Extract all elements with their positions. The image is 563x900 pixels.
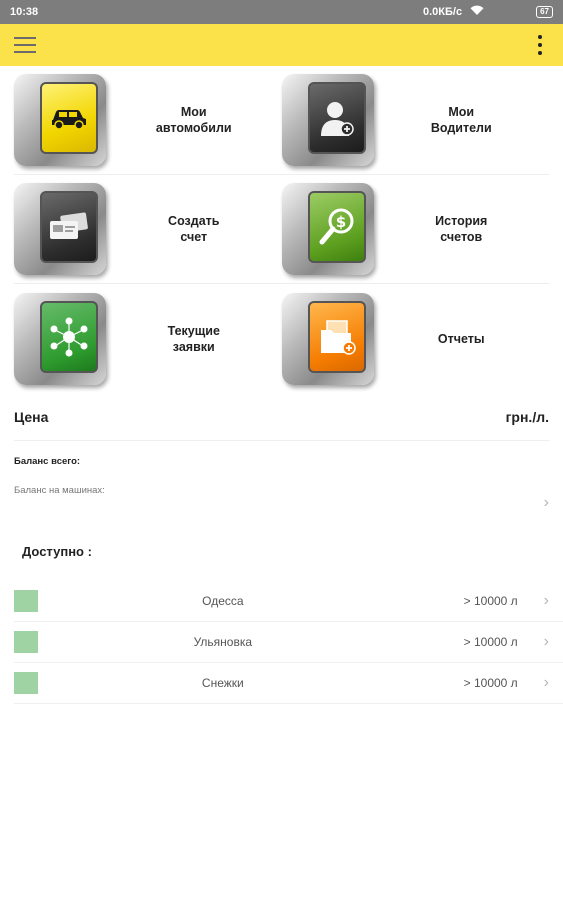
price-row: Цена грн./л.	[14, 393, 549, 441]
station-name: Ульяновка	[193, 635, 253, 649]
balance-total: Баланс всего:	[0, 441, 563, 481]
driver-add-icon	[281, 74, 374, 166]
list-item[interactable]: Ульяновка > 10000 л ›	[14, 622, 563, 663]
more-options-icon[interactable]	[537, 35, 543, 55]
app-bar	[0, 24, 563, 66]
menu-tile-invoice-history[interactable]: $ История счетов	[281, 175, 550, 283]
station-list: Одесса > 10000 л › Ульяновка > 10000 л ›…	[0, 581, 563, 704]
menu-tile-my-cars[interactable]: Мои автомобили	[14, 66, 282, 174]
menu-tile-label: Мои автомобили	[155, 105, 232, 135]
list-item[interactable]: Одесса > 10000 л ›	[14, 581, 563, 622]
svg-text:$: $	[335, 213, 345, 231]
report-folder-icon	[281, 292, 374, 385]
balance-cars-row[interactable]: Баланс на машинах: ›	[0, 481, 563, 521]
chevron-right-icon: ›	[543, 592, 549, 609]
menu-tile-current-requests[interactable]: Текущие заявки	[14, 284, 282, 393]
menu-tile-reports[interactable]: Отчеты	[281, 284, 550, 393]
menu-tile-create-invoice[interactable]: Создать счет	[14, 175, 282, 283]
status-swatch	[14, 631, 38, 653]
status-swatch	[14, 672, 38, 694]
station-amount: > 10000 л	[463, 676, 518, 690]
price-unit: грн./л.	[505, 408, 549, 425]
menu-tile-my-drivers[interactable]: Мои Водители	[281, 66, 550, 174]
menu-tile-label: Создать счет	[168, 214, 220, 244]
car-icon	[14, 74, 106, 166]
menu-icon[interactable]	[14, 37, 36, 53]
menu-tile-label: История счетов	[435, 214, 488, 244]
status-bar: 10:38 0.0КБ/с 67	[0, 0, 563, 24]
station-name: Снежки	[201, 676, 244, 690]
battery-icon: 67	[536, 6, 553, 18]
menu-tile-label: Мои Водители	[430, 105, 492, 135]
station-amount: > 10000 л	[463, 594, 518, 608]
balance-cars-label: Баланс на машинах:	[14, 485, 105, 496]
balance-total-label: Баланс всего:	[14, 455, 81, 467]
network-people-icon	[14, 292, 106, 385]
menu-tile-label: Текущие заявки	[167, 323, 220, 354]
price-label: Цена	[14, 408, 49, 425]
chevron-right-icon: ›	[543, 494, 549, 511]
status-time: 10:38	[10, 6, 39, 18]
list-item[interactable]: Снежки > 10000 л ›	[14, 663, 563, 704]
status-swatch	[14, 590, 38, 612]
station-amount: > 10000 л	[463, 635, 518, 649]
chevron-right-icon: ›	[543, 633, 549, 650]
chevron-right-icon: ›	[543, 674, 549, 691]
available-title: Доступно :	[22, 543, 92, 559]
menu-tile-label: Отчеты	[437, 331, 485, 346]
invoice-cards-icon	[14, 183, 106, 275]
station-name: Одесса	[202, 594, 244, 608]
magnifier-dollar-icon: $	[281, 183, 374, 275]
wifi-icon	[470, 5, 484, 19]
main-menu-grid: Мои автомобили Мои Водители Создать счет…	[0, 66, 563, 393]
network-speed: 0.0КБ/с	[423, 6, 463, 18]
